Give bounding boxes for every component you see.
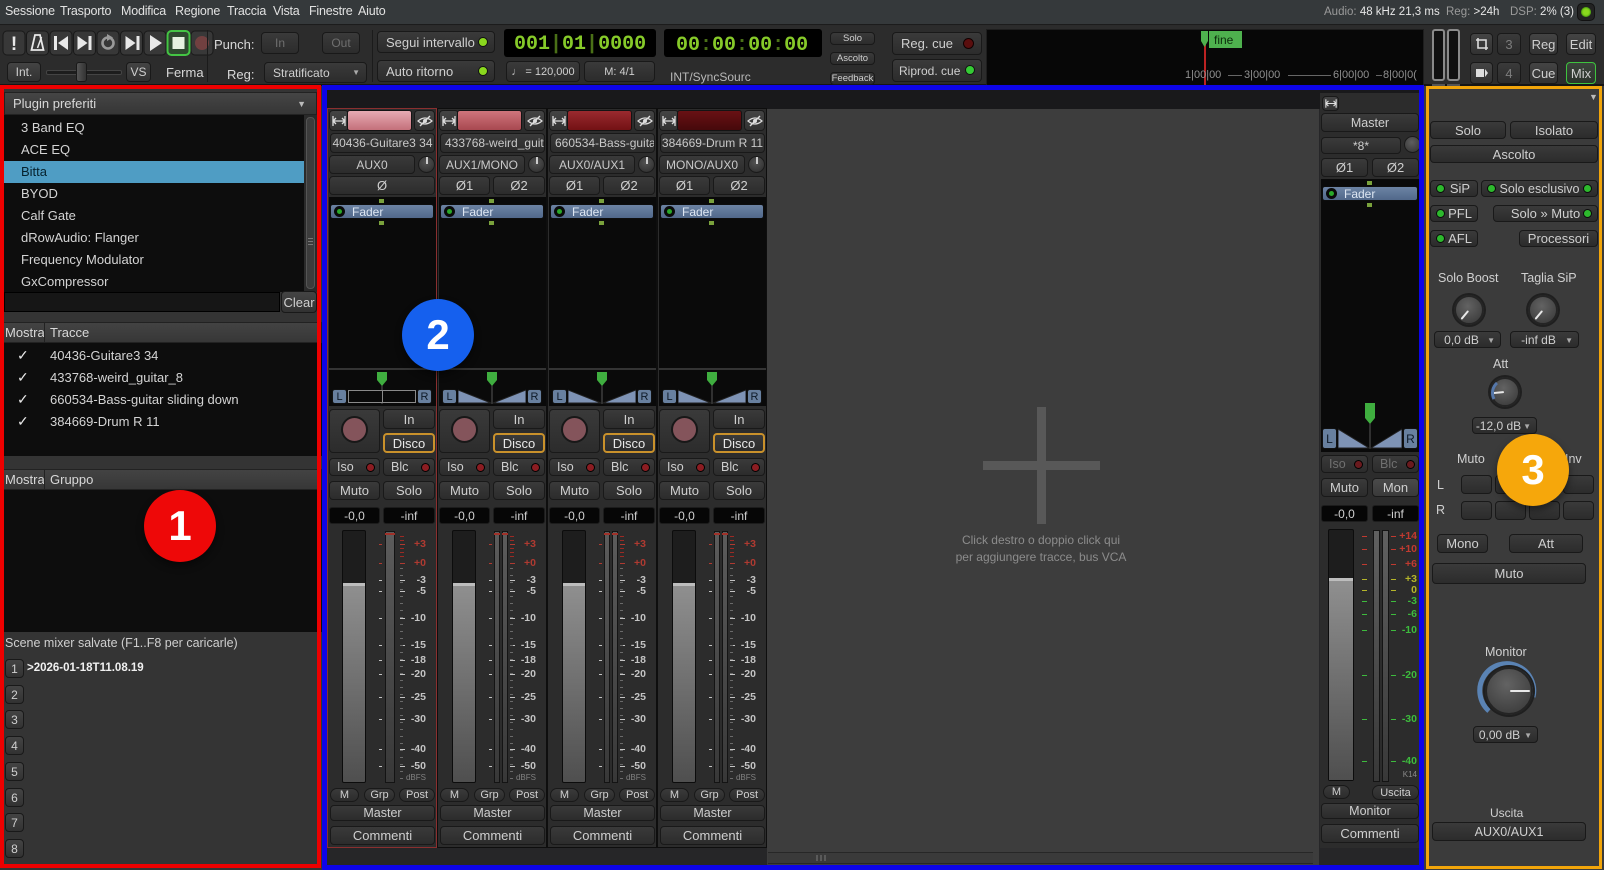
- svg-text:!: !: [11, 34, 17, 55]
- svg-text:fine: fine: [1214, 33, 1234, 47]
